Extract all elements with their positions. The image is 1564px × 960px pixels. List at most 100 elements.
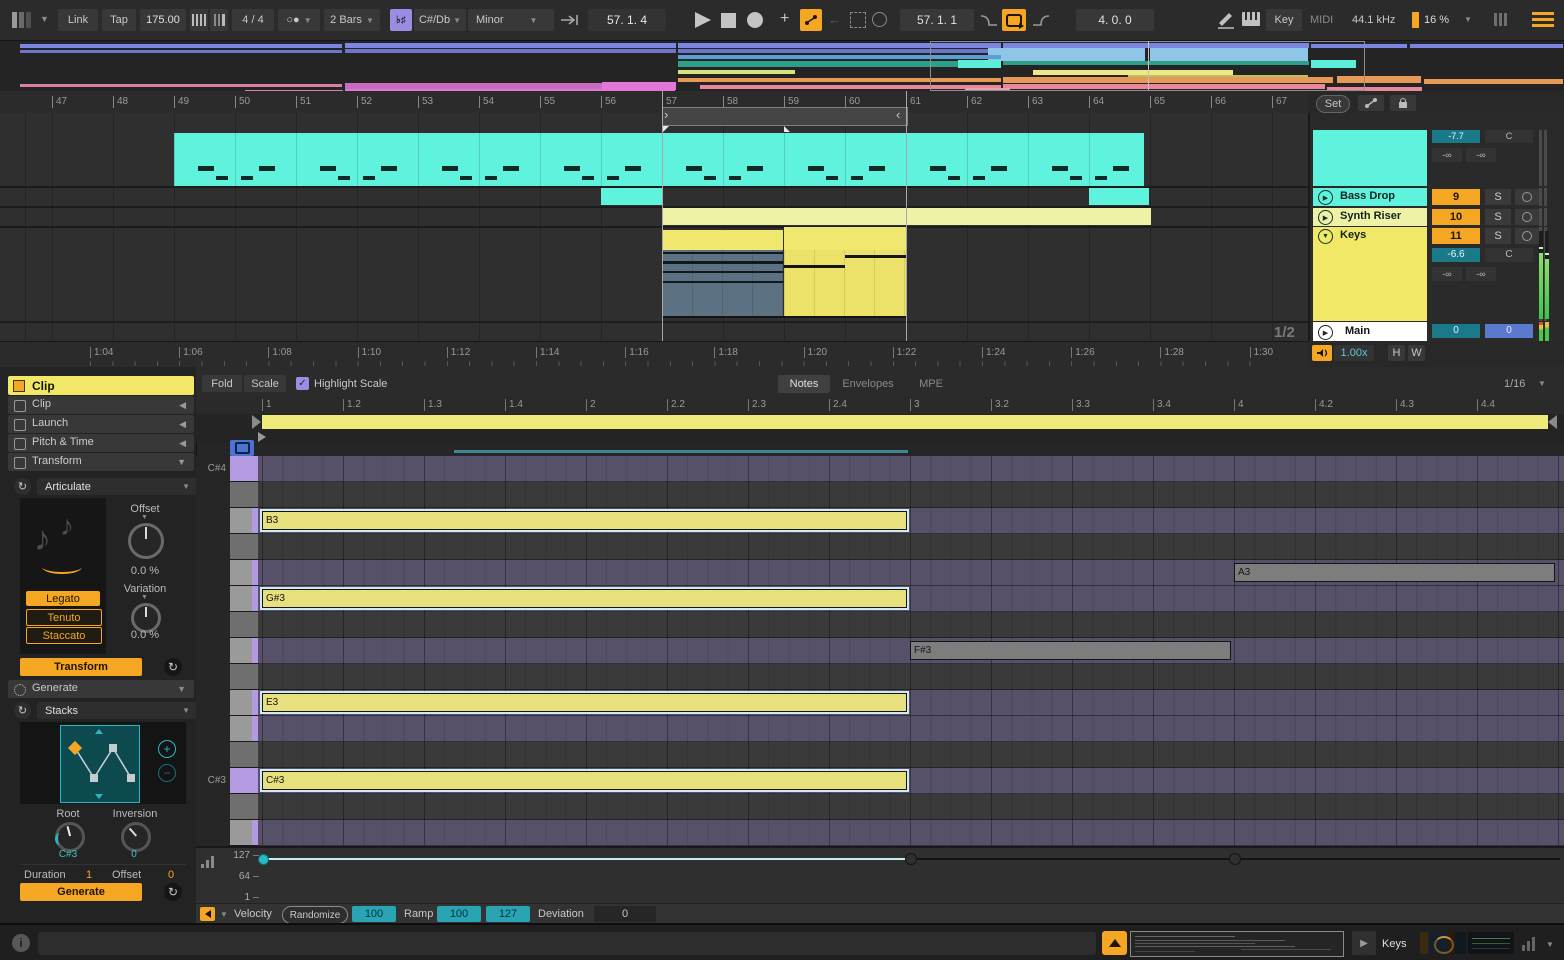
record-button[interactable] — [747, 12, 763, 28]
play-button[interactable] — [695, 12, 711, 28]
scale-mode-icon[interactable]: ♭♯ — [390, 9, 412, 31]
section-collapse-caret[interactable]: ◀ — [179, 400, 186, 411]
track-solo-button[interactable]: S — [1485, 189, 1511, 205]
deviation-field[interactable]: 0 — [594, 906, 656, 922]
generate-tool-dropdown[interactable]: Stacks ▼ — [37, 702, 196, 719]
midi-note[interactable]: B3 — [262, 511, 907, 530]
velocity-breakpoint[interactable] — [905, 853, 917, 865]
track-solo-button[interactable]: S — [1485, 209, 1511, 225]
selected-track-name[interactable]: Keys — [1382, 938, 1406, 950]
midi-note[interactable]: A3 — [1234, 563, 1555, 582]
arrangement-clip-keys[interactable] — [662, 230, 783, 250]
offset-knob[interactable] — [128, 523, 164, 559]
piano-key-ds3[interactable] — [230, 716, 258, 742]
stacks-reset-icon[interactable]: ↻ — [14, 702, 31, 719]
stacks-visualizer[interactable] — [60, 725, 140, 803]
piano-key-cs4[interactable] — [230, 456, 258, 482]
arrangement-clip[interactable] — [1089, 188, 1149, 205]
piano-key-e3[interactable] — [230, 690, 258, 716]
generate-apply-button[interactable]: Generate — [20, 883, 142, 901]
tab-mpe[interactable]: MPE — [906, 375, 956, 393]
editor-scrub-area[interactable] — [196, 430, 1564, 443]
lock-icon[interactable] — [1390, 95, 1416, 111]
ramp-to-field[interactable]: 127 — [486, 906, 530, 922]
offset-value[interactable]: 0.0 % — [110, 565, 180, 577]
main-volume-field[interactable]: 0 — [1432, 324, 1480, 338]
link-button[interactable]: Link — [58, 9, 98, 31]
track-send-a[interactable]: -∞ — [1432, 267, 1462, 281]
piano-key-cs3[interactable] — [230, 768, 258, 794]
velocity-breakpoint-selected[interactable] — [258, 854, 269, 865]
lane-name[interactable]: Velocity — [234, 908, 272, 920]
track-arm-button[interactable] — [1515, 189, 1539, 205]
track-header-synth-riser[interactable]: ▶Synth Riser — [1313, 208, 1427, 226]
midi-note[interactable]: F#3 — [910, 641, 1231, 660]
track-send-b[interactable]: -∞ — [1466, 148, 1496, 162]
panel-section-launch[interactable]: Launch◀ — [8, 415, 194, 433]
keys-clip-selected-region[interactable] — [662, 250, 783, 318]
piano-key-d3[interactable] — [230, 742, 258, 768]
track-pan-field[interactable]: C — [1485, 248, 1533, 262]
automation-mode-button[interactable] — [800, 9, 822, 31]
key-map-button[interactable]: Key — [1266, 9, 1302, 31]
loop-length-field[interactable]: 4. 0. 0 — [1076, 9, 1154, 31]
track-arm-button[interactable] — [1515, 209, 1539, 225]
metronome-icon[interactable] — [190, 9, 208, 31]
track-send-b[interactable]: -∞ — [1466, 267, 1496, 281]
clip-loop-bar-track[interactable] — [196, 414, 1564, 430]
loop-end-handle[interactable] — [1548, 415, 1557, 429]
grid-caret-icon[interactable]: ▼ — [1538, 379, 1546, 388]
punch-in-icon[interactable] — [980, 14, 998, 26]
panel-section-transform[interactable]: Transform▼ — [8, 453, 194, 471]
arrangement-clip[interactable] — [906, 208, 1151, 225]
arrangement-lanes[interactable] — [0, 113, 1308, 341]
note-row-as3[interactable] — [258, 534, 1564, 560]
track-activator-icon[interactable]: ▶ — [1318, 210, 1333, 225]
randomize-amount-field[interactable]: 100 — [352, 906, 396, 922]
groove-amount-menu[interactable]: 2 Bars▼ — [324, 9, 380, 31]
note-row-d3[interactable] — [258, 742, 1564, 768]
time-signature-field[interactable]: 4 / 4 — [232, 9, 274, 31]
note-row-b2[interactable] — [258, 820, 1564, 846]
legato-button[interactable]: Legato — [26, 591, 100, 606]
highlight-scale-checkbox[interactable]: ✓ — [296, 377, 309, 390]
piano-key-b3[interactable] — [230, 508, 258, 534]
randomize-button[interactable]: Randomize — [282, 906, 348, 924]
midi-editor-beat-ruler[interactable]: 11.21.31.422.22.32.433.23.33.444.24.34.4 — [196, 396, 1564, 414]
track-arm-button[interactable] — [1515, 228, 1539, 244]
loop-start-field[interactable]: 57. 1. 1 — [900, 9, 974, 31]
arrangement-clip-bass-loop[interactable] — [174, 133, 1144, 186]
audition-speed-icon[interactable] — [1312, 345, 1332, 361]
track-activator-icon[interactable]: ▶ — [1318, 190, 1333, 205]
tenuto-button[interactable]: Tenuto — [26, 609, 102, 626]
arrangement-position-field[interactable]: 57. 1. 4 — [588, 9, 666, 31]
panel-section-pitch-time[interactable]: Pitch & Time◀ — [8, 434, 194, 452]
midi-note[interactable]: C#3 — [262, 771, 907, 790]
midi-map-button[interactable]: MIDI — [1310, 14, 1333, 26]
generate-collapse-caret[interactable]: ▼ — [177, 684, 186, 694]
meter-caret-icon[interactable]: ▼ — [1546, 940, 1554, 949]
loop-start-handle[interactable] — [252, 415, 261, 429]
track-header-main[interactable]: ▶Main — [1313, 322, 1427, 341]
clip-loop-toggle[interactable] — [230, 440, 254, 456]
track-header-bass-drop[interactable]: ▶Bass Drop — [1313, 188, 1427, 206]
track-pan-field[interactable]: C — [1485, 130, 1533, 143]
piano-key-a3[interactable] — [230, 560, 258, 586]
piano-key-f3[interactable] — [230, 664, 258, 690]
track-volume-field[interactable]: -7.7 — [1432, 130, 1480, 143]
keys-clip-body[interactable] — [784, 250, 907, 318]
clip-color-swatch[interactable] — [13, 380, 25, 392]
reenable-automation-icon[interactable]: ← — [828, 12, 841, 27]
track-activator-icon[interactable]: ▼ — [1318, 229, 1333, 244]
piano-key-b2[interactable] — [230, 820, 258, 846]
duration-value[interactable]: 1 — [86, 869, 92, 881]
piano-key-fs3[interactable] — [230, 638, 258, 664]
stop-button[interactable] — [721, 13, 736, 28]
transform-tool-dropdown[interactable]: Articulate ▼ — [37, 478, 196, 495]
inversion-knob[interactable] — [121, 822, 151, 852]
variation-value[interactable]: 0.0 % — [110, 629, 180, 641]
section-collapse-caret[interactable]: ◀ — [179, 419, 186, 430]
detail-view-toggle[interactable] — [1102, 931, 1127, 955]
piano-key-c4[interactable] — [230, 482, 258, 508]
piano-roll[interactable]: C#4C#3B3G#3E3C#3F#3A3 — [196, 456, 1564, 846]
